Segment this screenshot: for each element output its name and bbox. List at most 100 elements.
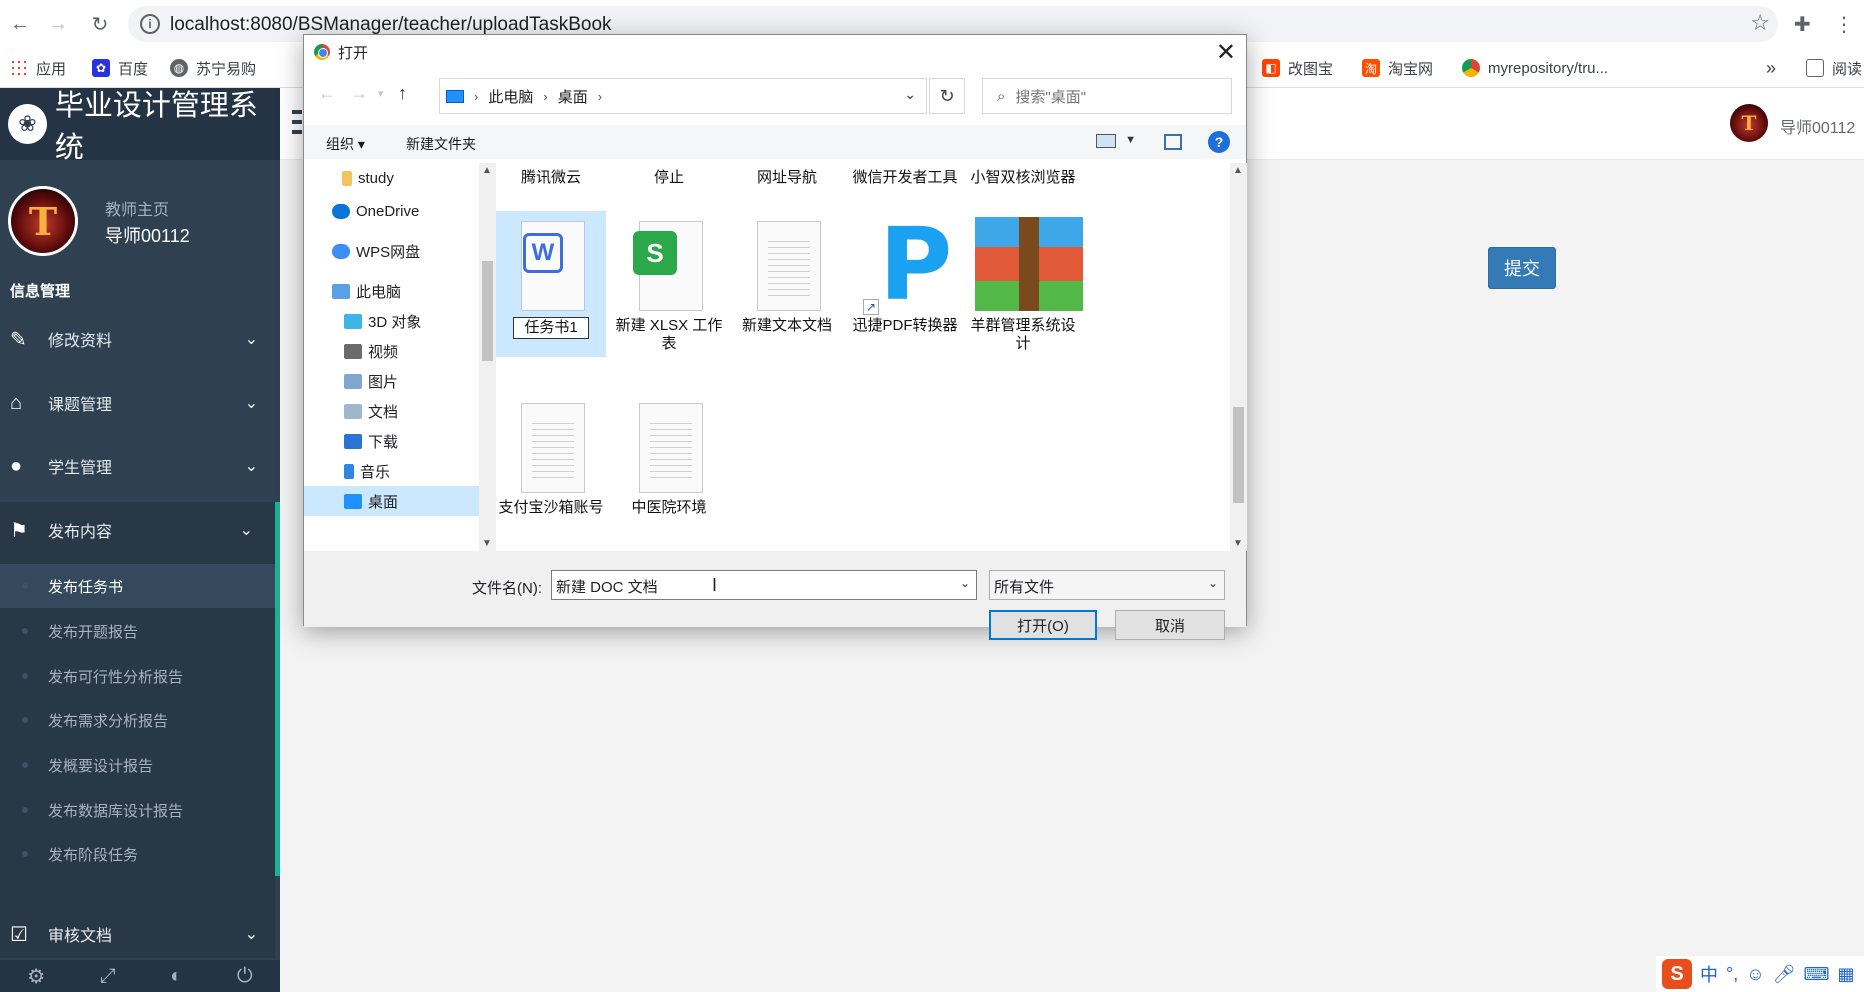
help-icon[interactable]: ? [1208,131,1230,153]
breadcrumb[interactable]: › 此电脑 › 桌面 › ⌄ [439,78,927,114]
file-item-new-xlsx[interactable]: S 新建 XLSX 工作表 [614,211,724,361]
document-icon [344,403,362,419]
recent-locations-icon[interactable]: ▾ [378,87,384,100]
filetype-select[interactable]: 所有文件 ⌄ [989,570,1225,600]
menu-topic-management[interactable]: ⌂ 课题管理 ⌄ [0,375,280,431]
file-item-wechat-devtools[interactable]: 微信开发者工具 [850,163,960,189]
tree-item-this-pc[interactable]: 此电脑 [304,276,479,306]
extensions-icon[interactable]: ✚ [1794,12,1811,37]
tree-item-documents[interactable]: 文档 [304,396,479,426]
scroll-thumb[interactable] [1233,407,1244,503]
scroll-up-icon[interactable]: ▲ [1233,165,1243,176]
dialog-titlebar[interactable]: 打开 ✕ [304,35,1246,67]
chevron-down-icon[interactable]: ⌄ [960,576,970,590]
menu-publish-content[interactable]: ⚑ 发布内容 ⌄ [0,502,280,558]
file-list-scrollbar[interactable]: ▲ ▼ [1230,163,1247,551]
bookmark-myrepository[interactable]: myrepository/tru... [1462,56,1608,80]
organize-button[interactable]: 组织 ▾ [326,134,365,154]
view-options-icon[interactable] [1096,134,1116,148]
menu-student-management[interactable]: ● 学生管理 ⌄ [0,438,280,494]
file-item-alipay-sandbox[interactable]: 支付宝沙箱账号 [496,393,606,539]
file-item-tcm-hospital[interactable]: 中医院环境 [614,393,724,539]
forward-arrow-icon[interactable]: → [350,83,368,104]
submenu-item-stage-task[interactable]: 发布阶段任务 [0,832,275,876]
scroll-thumb[interactable] [482,261,493,361]
submenu-item-outline-design[interactable]: 发概要设计报告 [0,743,275,787]
submenu-item-feasibility[interactable]: 发布可行性分析报告 [0,654,275,698]
menu-edit-profile[interactable]: ✎ 修改资料 ⌄ [0,311,280,367]
cancel-button[interactable]: 取消 [1115,610,1225,640]
file-item-pdf-converter[interactable]: P ↗ 迅捷PDF转换器 [850,211,960,357]
tree-item-3d-objects[interactable]: 3D 对象 [304,306,479,336]
scroll-down-icon[interactable]: ▼ [482,538,492,549]
eye-slash-icon[interactable]: ◐ [170,965,182,988]
file-item-xiaozhi-browser[interactable]: 小智双核浏览器 [968,163,1078,189]
close-icon[interactable]: ✕ [1216,38,1236,67]
avatar[interactable]: T [8,186,78,256]
toolbox-icon[interactable]: ▦ [1837,964,1854,985]
chevron-down-icon[interactable]: ⌄ [904,86,916,103]
tree-item-pictures[interactable]: 图片 [304,366,479,396]
submit-button[interactable]: 提交 [1488,247,1556,289]
tree-item-onedrive[interactable]: OneDrive [304,196,479,226]
scroll-up-icon[interactable]: ▲ [482,165,492,176]
rename-input[interactable]: 任务书1 [513,317,589,339]
sogou-logo-icon[interactable]: S [1662,959,1692,989]
refresh-button[interactable]: ↻ [929,78,965,114]
submenu-item-database-design[interactable]: 发布数据库设计报告 [0,788,275,832]
site-info-icon[interactable]: i [140,14,160,34]
keyboard-icon[interactable]: ⌨ [1803,964,1829,985]
new-folder-button[interactable]: 新建文件夹 [406,134,476,154]
submenu-item-requirements[interactable]: 发布需求分析报告 [0,698,275,742]
fullscreen-icon[interactable]: ⤢ [100,965,116,988]
url-text[interactable]: localhost:8080/BSManager/teacher/uploadT… [170,14,612,36]
bookmark-apps[interactable]: 应用 [10,56,66,80]
header-username[interactable]: 导师00112 [1780,114,1855,138]
reading-list-button[interactable]: 阅读 [1806,56,1862,80]
search-input[interactable]: ⌕ 搜索"桌面" [982,78,1232,114]
tree-item-downloads[interactable]: 下载 [304,426,479,456]
tree-item-study[interactable]: study [304,163,479,193]
bookmark-gaitubao[interactable]: ◧ 改图宝 [1262,56,1333,80]
preview-pane-icon[interactable] [1164,134,1182,150]
bookmark-baidu[interactable]: ✿ 百度 [92,56,148,80]
emoji-icon[interactable]: ☺ [1746,964,1764,985]
header-avatar[interactable]: T [1730,104,1768,142]
tree-item-videos[interactable]: 视频 [304,336,479,366]
gear-icon[interactable]: ⚙ [27,964,45,989]
submenu-item-opening-report[interactable]: 发布开题报告 [0,609,275,653]
tree-item-desktop[interactable]: 桌面 [304,486,479,516]
back-icon[interactable]: ← [6,10,34,38]
bookmark-taobao[interactable]: 淘 淘宝网 [1362,56,1433,80]
ime-language[interactable]: 中 [1700,961,1718,987]
file-item-url-nav[interactable]: 网址导航 [732,163,842,189]
open-button[interactable]: 打开(O) [989,610,1097,640]
file-item-tencent-weiyun[interactable]: 腾讯微云 [496,163,606,189]
bookmark-star-icon[interactable]: ☆ [1750,10,1770,36]
file-item-new-text[interactable]: 新建文本文档 [732,211,842,357]
back-arrow-icon[interactable]: ← [318,83,336,104]
menu-review-documents[interactable]: ☑ 审核文档 ⌄ [0,906,280,962]
more-menu-icon[interactable]: ⋮ [1834,12,1854,37]
tree-scrollbar[interactable]: ▲ ▼ [479,163,496,551]
file-item-taskbook[interactable]: W 任务书1 [496,211,606,357]
reload-icon[interactable]: ↻ [86,10,114,38]
role-label[interactable]: 教师主页 [105,196,169,220]
breadcrumb-item[interactable]: 此电脑 [488,86,533,107]
chevron-down-icon[interactable]: ▼ [1125,134,1136,146]
tree-item-music[interactable]: 音乐 [304,456,479,486]
breadcrumb-item[interactable]: 桌面 [558,86,588,107]
ime-punctuation[interactable]: °, [1726,964,1738,985]
submenu-item-taskbook[interactable]: 发布任务书 [0,564,275,608]
filename-input[interactable]: 新建 DOC 文档 I ⌄ [551,570,977,600]
microphone-icon[interactable]: 🎤︎ [1773,964,1796,985]
file-item-sheep-system[interactable]: 羊群管理系统设计 [968,211,1083,361]
scroll-down-icon[interactable]: ▼ [1233,538,1243,549]
file-item-stop[interactable]: 停止 [614,163,724,189]
power-icon[interactable]: ⏻ [237,965,253,988]
up-arrow-icon[interactable]: ↑ [398,83,407,104]
forward-icon[interactable]: → [44,10,72,38]
tree-item-wps-cloud[interactable]: WPS网盘 [304,236,479,266]
bookmarks-more-button[interactable]: » [1766,56,1776,80]
bookmark-suning[interactable]: ◍ 苏宁易购 [170,56,256,80]
